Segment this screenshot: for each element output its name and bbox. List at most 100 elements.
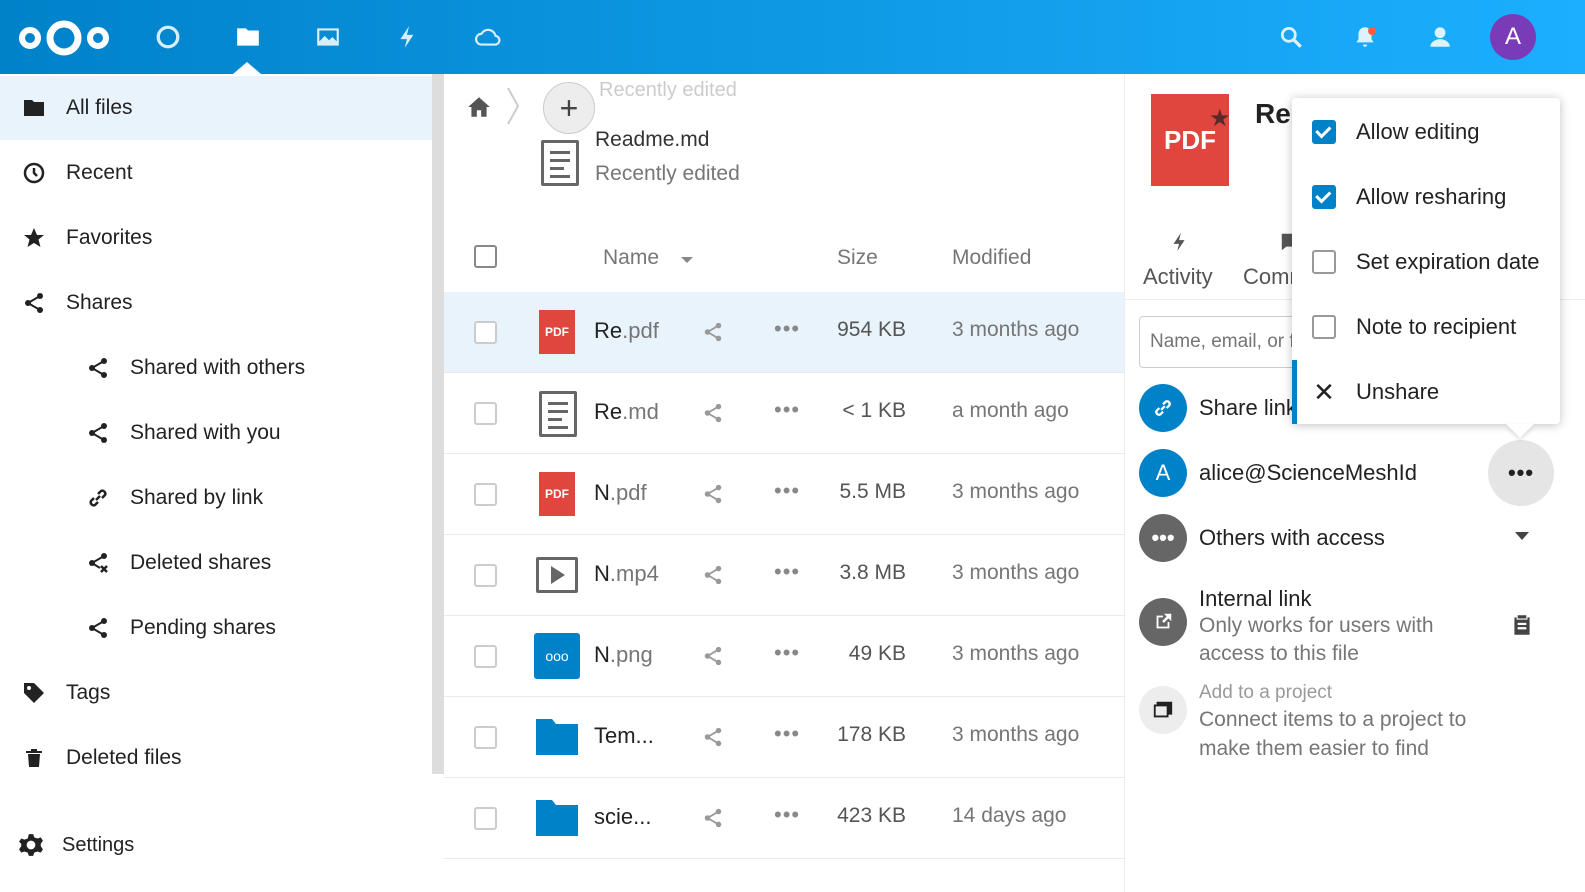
share-icon[interactable] [702, 321, 724, 348]
recent-file-name: Readme.md [595, 128, 710, 151]
star-icon [20, 224, 48, 252]
nav-label: All files [66, 96, 133, 119]
activity-icon[interactable] [393, 22, 423, 52]
file-row[interactable]: ooo N.png ••• 49 KB 3 months ago [444, 616, 1124, 697]
share-icon [84, 614, 112, 642]
file-modified: 3 months ago [952, 480, 1080, 503]
more-actions-icon[interactable]: ••• [774, 478, 800, 504]
nav-tags[interactable]: Tags [0, 661, 432, 725]
file-row[interactable]: N.mp4 ••• 3.8 MB 3 months ago [444, 535, 1124, 616]
nav-pending-shares[interactable]: Pending shares [0, 596, 432, 660]
column-size[interactable]: Size [837, 246, 878, 270]
row-checkbox[interactable] [474, 807, 497, 830]
nav-all-files[interactable]: All files [0, 76, 432, 140]
files-icon[interactable] [233, 22, 263, 52]
project-title: Add to a project [1199, 682, 1333, 703]
photos-icon[interactable] [313, 22, 343, 52]
sort-caret-icon [681, 257, 693, 263]
file-name[interactable]: Re.md [594, 399, 659, 425]
dashboard-icon[interactable] [153, 22, 183, 52]
project-icon [1139, 686, 1187, 734]
row-checkbox[interactable] [474, 483, 497, 506]
file-size: 423 KB [837, 804, 906, 827]
file-name[interactable]: N.mp4 [594, 561, 659, 587]
tab-activity[interactable]: Activity [1143, 264, 1213, 290]
home-icon[interactable] [466, 94, 492, 125]
project-desc-1: Connect items to a project to [1199, 708, 1467, 731]
share-icon[interactable] [702, 402, 724, 429]
allow-editing-checkbox[interactable] [1312, 120, 1336, 144]
option-label: Allow editing [1356, 119, 1480, 144]
file-name[interactable]: Re.pdf [594, 318, 659, 344]
more-actions-icon[interactable]: ••• [774, 397, 800, 423]
nav-deleted-shares[interactable]: Deleted shares [0, 531, 432, 595]
user-avatar[interactable]: A [1490, 14, 1536, 60]
nav-shares[interactable]: Shares [0, 271, 432, 335]
file-size: 3.8 MB [839, 561, 906, 584]
share-icon[interactable] [702, 807, 724, 834]
search-icon[interactable] [1276, 22, 1306, 52]
activity-tab-icon [1169, 231, 1191, 258]
cloud-icon[interactable] [473, 22, 503, 52]
column-name[interactable]: Name [603, 246, 659, 270]
more-actions-icon[interactable]: ••• [774, 802, 800, 828]
nav-deleted-files[interactable]: Deleted files [0, 726, 432, 790]
share-icon[interactable] [702, 645, 724, 672]
folder-row[interactable]: Tem... ••• 178 KB 3 months ago [444, 697, 1124, 778]
share-icon[interactable] [702, 726, 724, 753]
nav-shared-with-others[interactable]: Shared with others [0, 336, 432, 400]
contacts-icon[interactable] [1424, 22, 1454, 52]
notifications-icon[interactable] [1350, 22, 1380, 52]
others-with-access-entry[interactable]: ••• Others with access [1139, 514, 1569, 564]
file-row[interactable]: PDF N.pdf ••• 5.5 MB 3 months ago [444, 454, 1124, 535]
file-row[interactable]: Re.md ••• < 1 KB a month ago [444, 373, 1124, 454]
nav-recent[interactable]: Recent [0, 141, 432, 205]
nextcloud-logo[interactable] [18, 18, 110, 58]
row-checkbox[interactable] [474, 402, 497, 425]
note-to-recipient-option[interactable]: Note to recipient [1292, 295, 1560, 359]
breadcrumb-separator [507, 87, 520, 125]
row-checkbox[interactable] [474, 321, 497, 344]
allow-editing-option[interactable]: Allow editing [1292, 100, 1560, 164]
expiration-date-option[interactable]: Set expiration date [1292, 230, 1560, 294]
folder-row[interactable]: scie... ••• 423 KB 14 days ago [444, 778, 1124, 859]
file-name[interactable]: N.png [594, 642, 653, 668]
unshare-option[interactable]: ✕ Unshare [1292, 360, 1560, 424]
share-actions-button[interactable]: ••• [1488, 440, 1554, 506]
note-to-recipient-checkbox[interactable] [1312, 315, 1336, 339]
more-actions-icon[interactable]: ••• [774, 559, 800, 585]
new-button[interactable]: + [543, 82, 595, 134]
recent-file-card[interactable]: Readme.md Recently edited [536, 128, 836, 198]
nav-shared-by-link[interactable]: Shared by link [0, 466, 432, 530]
file-name[interactable]: Tem... [594, 723, 654, 749]
nav-scrollbar[interactable] [432, 74, 444, 774]
clipboard-icon[interactable] [1509, 612, 1535, 643]
share-icon[interactable] [702, 564, 724, 591]
file-size: 954 KB [837, 318, 906, 341]
allow-resharing-option[interactable]: Allow resharing [1292, 165, 1560, 229]
allow-resharing-checkbox[interactable] [1312, 185, 1336, 209]
share-icon[interactable] [702, 483, 724, 510]
column-modified[interactable]: Modified [952, 246, 1031, 270]
add-to-project-entry[interactable]: Add to a project Connect items to a proj… [1139, 682, 1569, 776]
chevron-down-icon[interactable] [1515, 532, 1529, 540]
file-row[interactable]: PDF Re.pdf ••• 954 KB 3 months ago [444, 292, 1124, 373]
nav-shared-with-you[interactable]: Shared with you [0, 401, 432, 465]
settings-button[interactable]: Settings [18, 832, 134, 858]
file-name[interactable]: N.pdf [594, 480, 647, 506]
row-checkbox[interactable] [474, 726, 497, 749]
more-actions-icon[interactable]: ••• [774, 721, 800, 747]
pdf-file-icon: PDF [539, 310, 575, 354]
expiration-date-checkbox[interactable] [1312, 250, 1336, 274]
more-actions-icon[interactable]: ••• [774, 640, 800, 666]
favorite-star-icon[interactable]: ★ [1209, 104, 1231, 133]
nav-favorites[interactable]: Favorites [0, 206, 432, 270]
share-link-label: Share link [1199, 395, 1297, 420]
select-all-checkbox[interactable] [474, 245, 497, 268]
row-checkbox[interactable] [474, 564, 497, 587]
file-name[interactable]: scie... [594, 804, 651, 830]
internal-link-entry[interactable]: Internal link Only works for users with … [1139, 586, 1569, 688]
more-actions-icon[interactable]: ••• [774, 316, 800, 342]
row-checkbox[interactable] [474, 645, 497, 668]
option-label: Unshare [1356, 379, 1440, 404]
